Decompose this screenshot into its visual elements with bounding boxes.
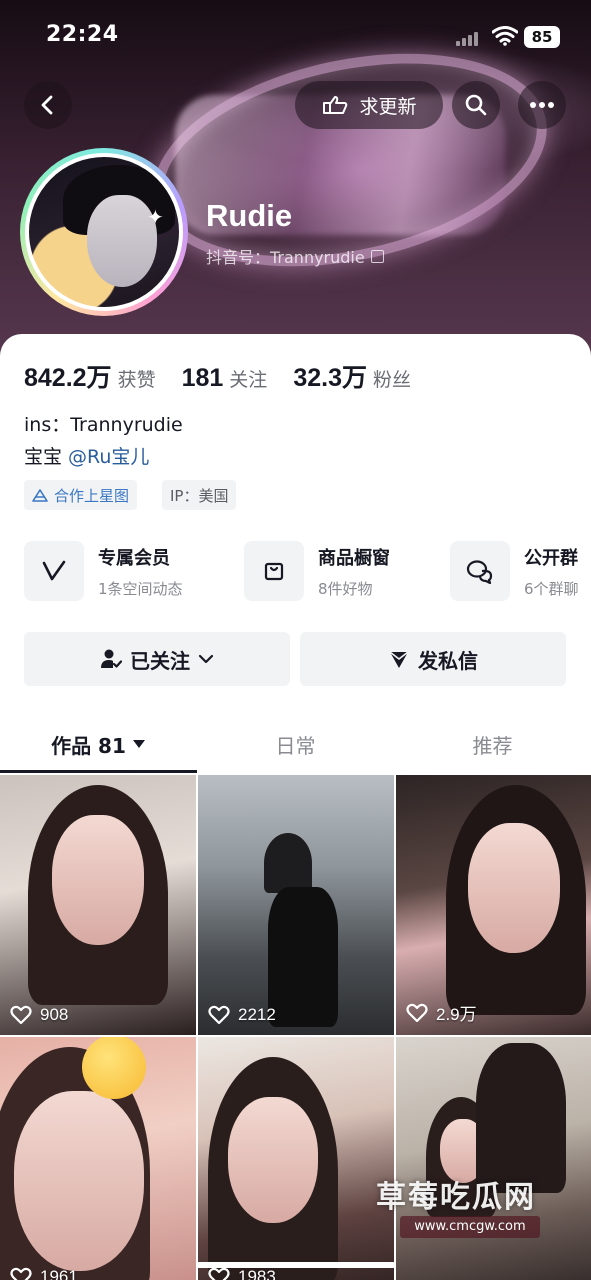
send-message-button[interactable]: 发私信 [300,632,566,686]
bio-mention-link[interactable]: @Ru宝儿 [68,446,149,468]
likes-count[interactable]: 842.2万 [24,358,112,394]
avatar[interactable]: ✦ [20,148,188,316]
video-like-count: 908 [10,1005,68,1025]
bio-line-2: 宝宝 @Ru宝儿 [24,442,149,469]
heart-icon [208,1005,230,1025]
heart-icon [406,1003,428,1022]
watermark-title: 草莓吃瓜网 [376,1180,536,1215]
more-button[interactable] [518,81,566,129]
stats-row: 842.2万 获赞 181 关注 32.3万 粉丝 [24,358,437,394]
tab-daily-label: 日常 [275,733,316,758]
ip-location-tag: IP：美国 [162,480,237,510]
video-like-count: 2212 [208,1005,276,1025]
shop-window-entry[interactable]: 商品橱窗 8件好物 [244,540,484,602]
star-map-label: 合作上星图 [54,486,130,505]
video-like-count: 2.9万 [406,1000,477,1025]
video-thumbnail[interactable]: 2.9万 [396,775,591,1035]
video-thumbnail[interactable]: 908 [0,775,196,1035]
followers-label: 粉丝 [372,369,411,391]
back-button[interactable] [24,81,72,129]
video-like-count: 1961 [10,1267,78,1280]
bio-line: ins：Trannyrudie [24,414,183,436]
feature-subtitle: 1条空间动态 [98,579,183,598]
send-icon [389,651,409,668]
like-count-value: 2212 [238,1005,276,1024]
wifi-icon [492,26,518,46]
feature-title: 专属会员 [98,547,170,569]
star-map-tag[interactable]: 合作上星图 [24,480,138,510]
followers-count[interactable]: 32.3万 [293,358,367,394]
followed-button[interactable]: 已关注 [24,632,290,686]
heart-icon [10,1005,32,1025]
shop-bag-icon [264,562,284,581]
douyin-id: 抖音号：Trannyrudie [206,248,365,267]
like-count-value: 1983 [238,1267,276,1280]
video-thumbnail[interactable]: 1983 [198,1037,394,1280]
active-tab-indicator [0,770,197,773]
pleading-emoji-sticker [82,1037,146,1099]
home-indicator[interactable] [196,1262,396,1268]
back-icon [41,95,53,115]
tab-daily[interactable]: 日常 [197,714,394,774]
avatar-image: ✦ [25,153,183,311]
star-map-icon [32,489,48,502]
feature-title: 公开群 [524,547,578,569]
chevron-down-icon [198,654,214,664]
public-group-entry[interactable]: 公开群 6个群聊 [450,540,579,602]
group-icon-box [450,541,510,601]
tab-works[interactable]: 作品 81 [0,714,197,774]
following-label: 关注 [229,369,268,391]
video-thumbnail[interactable]: 2212 [198,775,394,1035]
heart-icon [10,1267,32,1280]
video-thumbnail[interactable] [396,1037,591,1280]
status-time: 22:24 [46,22,119,47]
request-update-label: 求更新 [359,95,417,118]
video-thumbnail[interactable]: 1961 [0,1037,196,1280]
copy-icon[interactable] [370,249,384,263]
video-like-count: 1983 [208,1267,276,1280]
like-count-value: 908 [40,1005,69,1024]
feature-subtitle: 8件好物 [318,579,373,598]
shop-icon-box [244,541,304,601]
tab-recommend[interactable]: 推荐 [394,714,591,774]
like-count-value: 2.9万 [436,1005,477,1024]
exclusive-member-entry[interactable]: 专属会员 1条空间动态 [24,540,183,602]
request-update-icon [323,96,348,114]
profile-username: Rudie [206,198,293,233]
member-icon-box [24,541,84,601]
feature-subtitle: 6个群聊 [524,579,579,598]
likes-label: 获赞 [117,369,156,391]
more-icon [530,102,554,108]
status-bar: 22:24 85 [0,0,591,76]
tab-recommend-label: 推荐 [472,733,513,758]
search-icon [465,94,487,116]
feature-title: 商品橱窗 [318,547,390,569]
followed-label: 已关注 [130,648,190,673]
following-count[interactable]: 181 [182,364,224,393]
bio-text: 宝宝 [24,446,69,468]
tab-works-label: 作品 81 [51,733,126,758]
signal-icon [456,30,482,46]
group-chat-icon [466,560,493,584]
send-message-label: 发私信 [418,648,478,673]
douyin-id-row[interactable]: 抖音号：Trannyrudie [206,244,384,268]
watermark-url: www.cmcgw.com [400,1216,540,1238]
user-check-icon [101,649,122,668]
like-count-value: 1961 [40,1267,78,1280]
request-update-button[interactable]: 求更新 [295,81,443,129]
search-button[interactable] [452,81,500,129]
battery-indicator: 85 [524,26,560,48]
content-tabs: 作品 81 日常 推荐 [0,714,591,774]
member-icon [42,560,66,581]
heart-icon [208,1267,230,1280]
ip-location-label: IP：美国 [170,486,229,505]
caret-down-icon [132,740,145,748]
